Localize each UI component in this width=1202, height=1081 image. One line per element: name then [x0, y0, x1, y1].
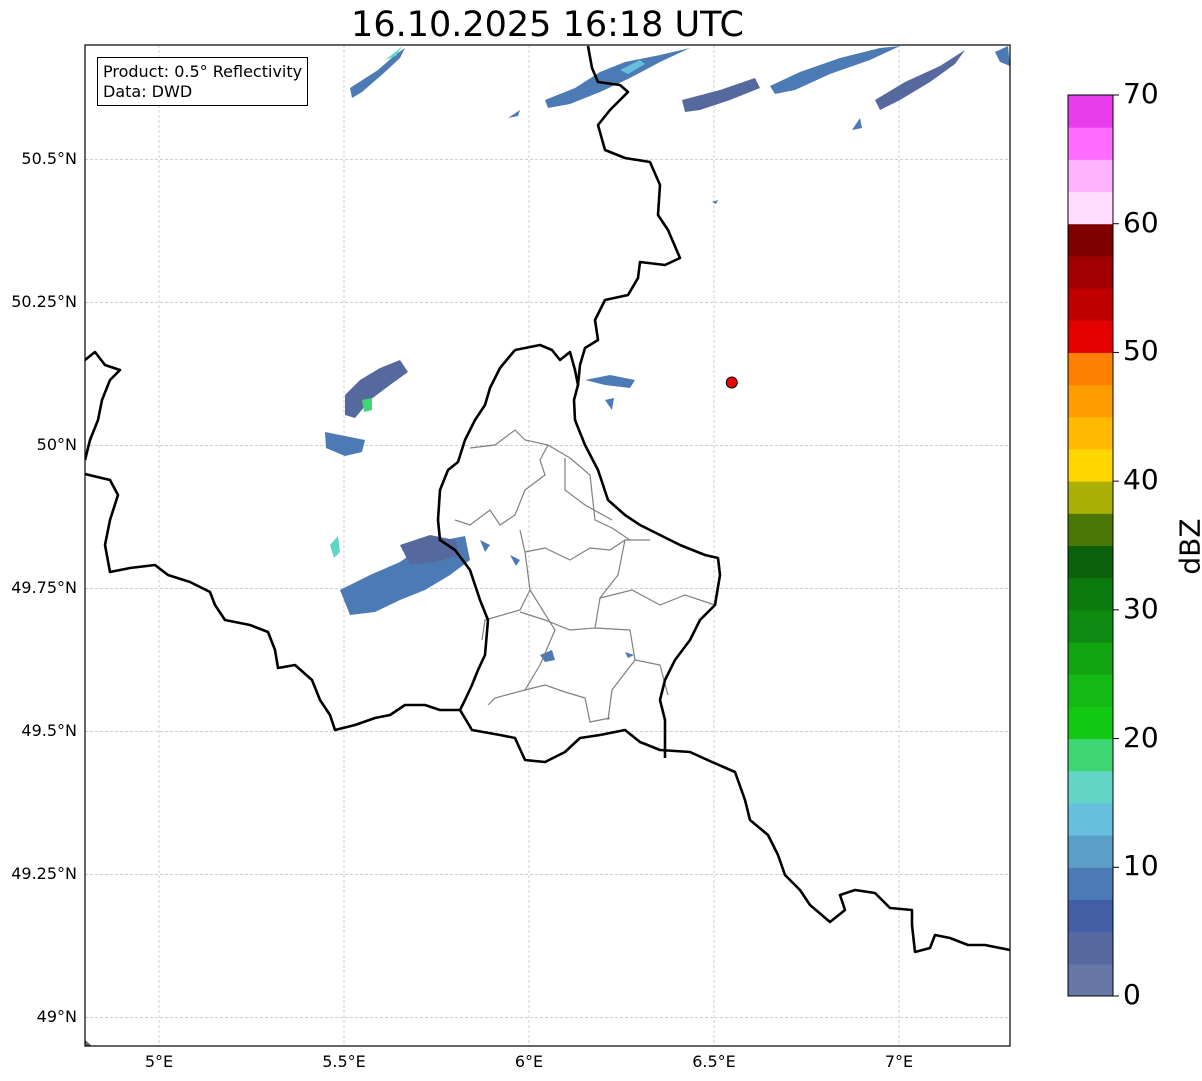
echo-cell — [712, 200, 718, 204]
echo-cell — [85, 1040, 92, 1046]
reflectivity-echoes — [85, 46, 1010, 1046]
product-info-box: Product: 0.5° Reflectivity Data: DWD — [97, 57, 309, 106]
colorbar-segment — [1068, 931, 1113, 965]
colorbar-segment — [1068, 223, 1113, 257]
echo-cell — [362, 398, 372, 412]
lat-tick-label: 50.25°N — [11, 292, 77, 312]
echo-cell — [852, 118, 862, 130]
colorbar — [1068, 94, 1119, 997]
colorbar-segment — [1068, 963, 1113, 997]
admin-borders — [454, 429, 716, 723]
echo-cell — [350, 48, 405, 98]
colorbar-segment — [1068, 448, 1113, 482]
colorbar-segment — [1068, 288, 1113, 321]
colorbar-segment — [1068, 802, 1113, 836]
data-source-label: Data: DWD — [103, 82, 193, 101]
echo-cell — [510, 555, 520, 566]
lon-tick-label: 6°E — [514, 1052, 544, 1071]
echo-cell — [480, 540, 490, 552]
echo-cell — [330, 536, 340, 558]
lon-tick-label: 5.5°E — [322, 1052, 366, 1071]
colorbar-segment — [1068, 706, 1113, 740]
echo-cell — [770, 46, 900, 94]
echo-cell — [875, 50, 965, 110]
colorbar-segment — [1068, 255, 1113, 289]
lat-tick-label: 49°N — [36, 1007, 77, 1027]
colorbar-segment — [1068, 642, 1113, 675]
echo-cell — [682, 78, 760, 112]
colorbar-segment — [1068, 674, 1113, 707]
colorbar-segment — [1068, 384, 1113, 418]
colorbar-segment — [1068, 545, 1113, 579]
colorbar-segment — [1068, 191, 1113, 225]
colorbar-segment — [1068, 867, 1113, 900]
lon-tick-label: 6.5°E — [692, 1052, 736, 1071]
colorbar-tick-label: 60 — [1123, 205, 1159, 239]
colorbar-segment — [1068, 899, 1113, 933]
lon-tick-label: 7°E — [884, 1052, 914, 1071]
colorbar-segment — [1068, 481, 1113, 514]
echo-cell — [345, 360, 408, 418]
colorbar-segment — [1068, 835, 1113, 868]
lat-tick-label: 50.5°N — [21, 149, 77, 169]
lat-tick-label: 49.5°N — [21, 721, 77, 741]
map-frame — [84, 44, 1011, 1047]
colorbar-segment — [1068, 513, 1113, 546]
colorbar-segment — [1068, 159, 1113, 193]
echo-cell — [545, 48, 690, 108]
product-label: Product: 0.5° Reflectivity — [103, 62, 303, 81]
echo-cell — [605, 398, 614, 410]
colorbar-tick-label: 0 — [1123, 978, 1141, 1011]
radar-map[interactable] — [0, 0, 1202, 1081]
colorbar-tick-label: 10 — [1123, 849, 1159, 883]
lon-tick-label: 5°E — [144, 1052, 174, 1071]
colorbar-segment — [1068, 95, 1113, 128]
colorbar-segment — [1068, 738, 1113, 772]
colorbar-tick-label: 70 — [1123, 77, 1159, 110]
colorbar-segment — [1068, 352, 1113, 386]
echo-cell — [585, 375, 635, 388]
colorbar-segment — [1068, 127, 1113, 160]
colorbar-tick-label: 40 — [1123, 463, 1159, 497]
echo-cell — [508, 110, 520, 118]
gridlines — [85, 45, 1010, 1046]
colorbar-unit-label: dBZ — [1173, 518, 1202, 575]
lat-tick-label: 49.75°N — [11, 578, 77, 598]
lat-tick-label: 50°N — [36, 435, 77, 455]
colorbar-segment — [1068, 320, 1113, 353]
echo-cell — [995, 46, 1010, 66]
echo-cell — [325, 432, 365, 456]
echo-cell — [625, 652, 634, 658]
colorbar-segment — [1068, 577, 1113, 611]
colorbar-segment — [1068, 609, 1113, 643]
country-borders — [85, 45, 1010, 954]
colorbar-segment — [1068, 416, 1113, 450]
lat-tick-label: 49.25°N — [11, 864, 77, 884]
colorbar-tick-label: 20 — [1123, 720, 1159, 754]
colorbar-tick-label: 30 — [1123, 591, 1159, 625]
radar-site-marker[interactable] — [725, 376, 738, 389]
colorbar-segment — [1068, 770, 1113, 804]
colorbar-tick-label: 50 — [1123, 334, 1159, 368]
